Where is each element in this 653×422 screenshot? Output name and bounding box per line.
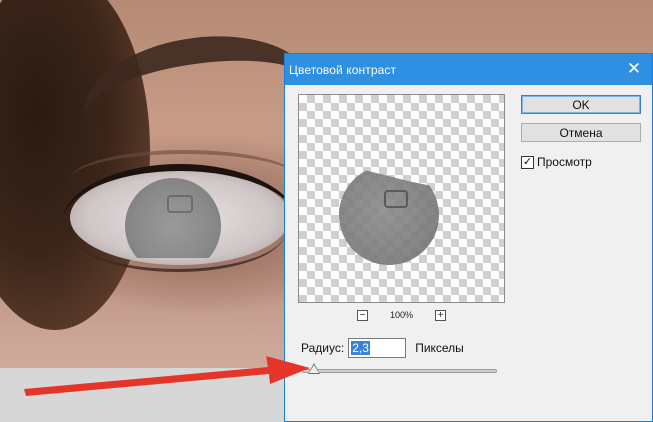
zoom-value: 100% <box>389 310 414 320</box>
radius-input[interactable]: 2,3 <box>348 338 407 358</box>
units-label: Пикселы <box>415 341 464 355</box>
radius-value[interactable]: 2,3 <box>351 341 370 355</box>
radius-slider-thumb[interactable] <box>307 363 320 374</box>
radius-row: Радиус: 2,3 Пикселы <box>301 338 464 358</box>
preview-shape <box>331 157 447 273</box>
cancel-button[interactable]: Отмена <box>521 123 641 142</box>
minus-icon[interactable]: − <box>356 309 368 321</box>
preview-mark <box>384 190 408 208</box>
radius-label: Радиус: <box>301 341 345 355</box>
checkmark-icon[interactable]: ✓ <box>521 155 534 169</box>
color-contrast-dialog: Цветовой контраст ✕ − 100% + Радиус: 2,3… <box>284 53 653 422</box>
close-icon[interactable]: ✕ <box>622 59 646 79</box>
zoom-controls: − 100% + <box>298 307 505 323</box>
ok-button[interactable]: OK <box>521 95 641 114</box>
preview-checkbox-row[interactable]: ✓ Просмотр <box>521 155 592 169</box>
dialog-titlebar[interactable]: Цветовой контраст ✕ <box>285 54 652 85</box>
preview-area[interactable] <box>298 94 505 303</box>
radius-slider-track[interactable] <box>302 369 497 373</box>
dialog-title: Цветовой контраст <box>289 62 397 77</box>
preview-checkbox-label[interactable]: Просмотр <box>537 155 592 169</box>
plus-icon[interactable]: + <box>435 309 447 321</box>
